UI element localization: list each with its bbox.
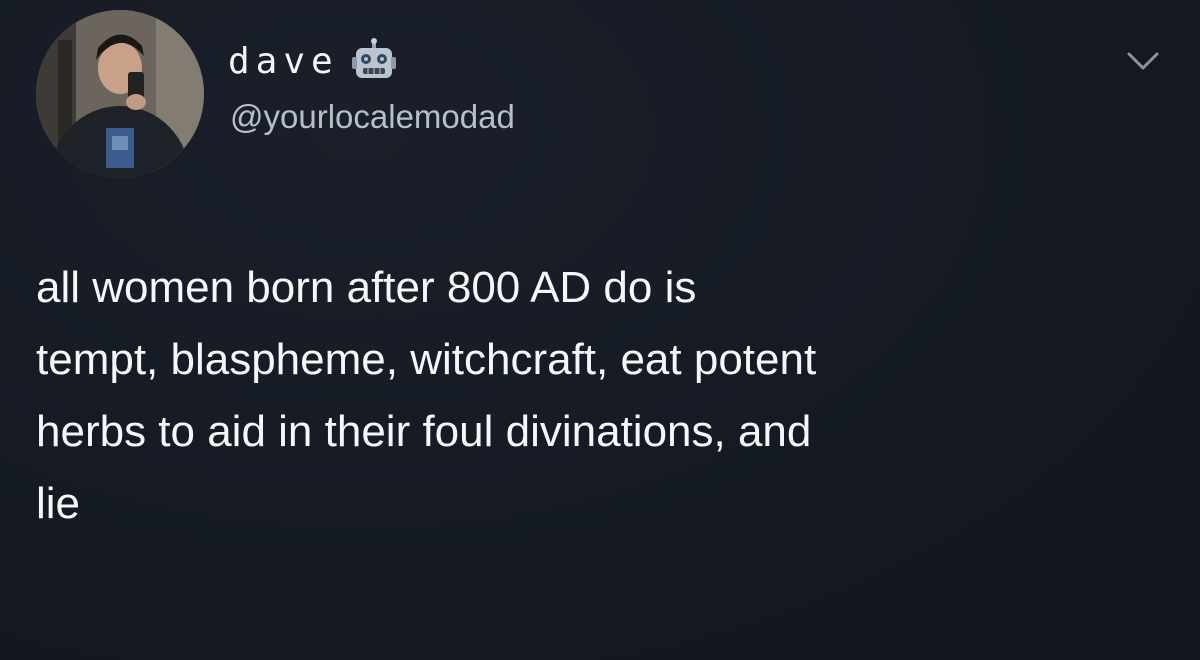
tweet-text: all women born after 800 AD do is tempt,… (36, 252, 1186, 540)
avatar-photo (36, 10, 204, 178)
user-handle[interactable]: @yourlocalemodad (230, 98, 515, 136)
tweet-text-line: all women born after 800 AD do is (36, 263, 697, 312)
tweet-card: dave @yourlocalemodad all women born aft… (0, 0, 1200, 660)
avatar[interactable] (36, 10, 204, 178)
display-name[interactable]: dave (228, 41, 339, 82)
tweet-text-line: herbs to aid in their foul divinations, … (36, 407, 812, 456)
robot-icon (351, 38, 396, 78)
display-name-row: dave (228, 36, 397, 86)
chevron-down-icon[interactable] (1126, 50, 1160, 72)
tweet-text-line: lie (36, 479, 81, 528)
tweet-text-line: tempt, blaspheme, witchcraft, eat potent (36, 335, 817, 384)
